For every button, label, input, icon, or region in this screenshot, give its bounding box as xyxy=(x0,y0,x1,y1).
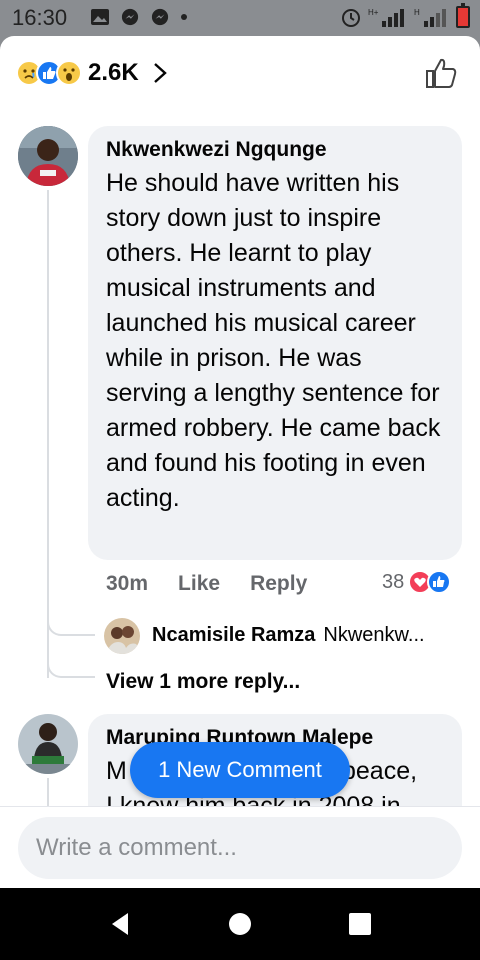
like-thumb-icon[interactable] xyxy=(424,56,458,90)
comment-text-2-start: M xyxy=(106,757,127,785)
notification-icons xyxy=(90,8,188,26)
comment-time: 30m xyxy=(106,572,149,595)
reply-preview[interactable]: Ncamisile Ramza Nkwenkw... xyxy=(152,624,425,647)
svg-text:H: H xyxy=(414,8,420,17)
status-bar: 16:30 H+ H xyxy=(0,0,480,36)
system-icons: H+ H xyxy=(340,3,470,28)
comment-actions: 30m Like Reply xyxy=(106,572,337,596)
reaction-count: 2.6K xyxy=(88,59,139,86)
comment-reactions[interactable]: 38 xyxy=(382,570,452,594)
signal-icon-2: H xyxy=(414,8,446,27)
like-reaction-small-icon xyxy=(427,570,452,594)
comment-text-2-end: peace, xyxy=(342,757,418,785)
messenger-icon-2 xyxy=(151,8,169,26)
messenger-icon xyxy=(121,8,139,26)
new-comment-button[interactable]: 1 New Comment xyxy=(130,742,350,798)
home-icon[interactable] xyxy=(226,910,254,938)
svg-text:H+: H+ xyxy=(368,8,379,17)
battery-icon xyxy=(456,3,470,28)
avatar-maruping[interactable] xyxy=(18,714,78,774)
avatar-nkwenkwezi[interactable] xyxy=(18,126,78,186)
reply-text: Nkwenkw... xyxy=(323,624,425,646)
comment-reaction-count: 38 xyxy=(382,570,405,593)
recents-icon[interactable] xyxy=(346,910,374,938)
avatar-ncamisile[interactable] xyxy=(104,618,140,654)
comment-author[interactable]: Nkwenkwezi Ngqunge xyxy=(106,138,444,162)
android-nav-bar xyxy=(0,888,480,960)
thread-connector-2 xyxy=(47,648,95,678)
thread-line xyxy=(47,190,49,678)
comment-bubble[interactable]: Nkwenkwezi Ngqunge He should have writte… xyxy=(88,126,462,560)
reactions-summary[interactable]: 2.6K xyxy=(16,56,167,90)
alarm-icon xyxy=(342,9,360,27)
signal-icon-1: H+ xyxy=(368,8,404,27)
like-button[interactable]: Like xyxy=(178,572,220,596)
back-icon[interactable] xyxy=(106,910,134,938)
comments-sheet: 2.6K Nkwenkwezi Ngqunge He should have w… xyxy=(0,36,480,888)
composer-bar xyxy=(0,806,480,888)
wow-reaction-icon xyxy=(56,60,82,86)
chevron-right-icon[interactable] xyxy=(153,62,167,84)
comment-text: He should have written his story down ju… xyxy=(106,169,441,512)
reply-author[interactable]: Ncamisile Ramza xyxy=(152,624,315,647)
more-notifications-dot-icon xyxy=(181,14,187,20)
thread-connector xyxy=(47,606,95,636)
comment-input[interactable] xyxy=(18,817,462,879)
gallery-icon xyxy=(91,9,109,25)
status-time: 16:30 xyxy=(12,5,68,30)
reply-button[interactable]: Reply xyxy=(250,572,307,596)
view-more-replies[interactable]: View 1 more reply... xyxy=(106,670,300,694)
